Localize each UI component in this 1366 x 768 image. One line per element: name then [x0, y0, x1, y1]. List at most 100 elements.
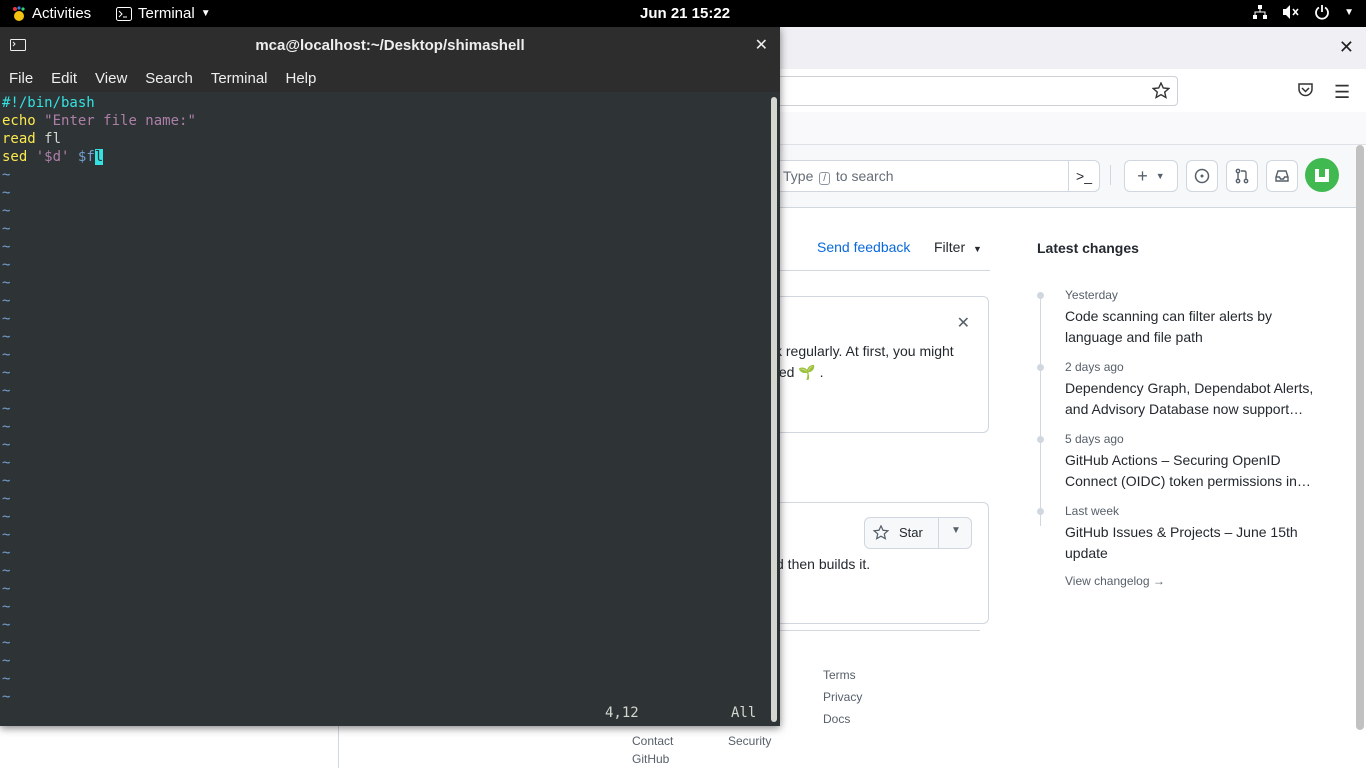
tilde-marker: ~ [2, 347, 11, 363]
footer-contact-link[interactable]: Contact [632, 734, 673, 748]
footer-contact-link-line2[interactable]: GitHub [632, 752, 669, 766]
terminal-titlebar[interactable]: mca@localhost:~/Desktop/shimashell ✕ [0, 27, 780, 65]
tilde-marker: ~ [2, 563, 11, 579]
variable: $f [77, 149, 95, 165]
changelog-date: 2 days ago [1065, 360, 1124, 374]
vim-editor[interactable]: #!/bin/bash echo "Enter file name:" read… [0, 92, 768, 726]
tilde-marker: ~ [2, 527, 11, 543]
pull-requests-button[interactable] [1226, 160, 1258, 192]
tilde-marker: ~ [2, 581, 11, 597]
caret-down-icon[interactable]: ▼ [951, 525, 961, 536]
changelog-date: 5 days ago [1065, 432, 1124, 446]
power-icon[interactable] [1314, 4, 1330, 20]
divider [780, 270, 990, 271]
tilde-marker: ~ [2, 617, 11, 633]
clock[interactable]: Jun 21 15:22 [640, 5, 730, 22]
network-icon[interactable] [1252, 4, 1268, 20]
timeline-dot [1037, 292, 1044, 299]
caret-down-icon: ▼ [1344, 6, 1354, 18]
menu-search[interactable]: Search [136, 64, 202, 92]
close-icon[interactable]: ✕ [755, 35, 768, 55]
menu-view[interactable]: View [86, 64, 136, 92]
tilde-marker: ~ [2, 473, 11, 489]
tilde-marker: ~ [2, 653, 11, 669]
cursor-position: 4,12 [605, 705, 639, 721]
star-button[interactable]: Star ▼ [864, 517, 972, 549]
tilde-marker: ~ [2, 545, 11, 561]
gnome-foot-icon [13, 5, 25, 21]
footer-docs-link[interactable]: Docs [823, 712, 850, 726]
pull-request-icon [1235, 168, 1249, 184]
inbox-icon [1275, 170, 1289, 182]
volume-muted-icon[interactable] [1282, 4, 1300, 20]
terminal-scrollbar[interactable] [771, 97, 777, 722]
top-bar: Activities Terminal ▼ Jun 21 15:22 ▼ [0, 0, 1366, 27]
tilde-marker: ~ [2, 455, 11, 471]
tilde-marker: ~ [2, 401, 11, 417]
changelog-link[interactable]: Code scanning can filter alerts by langu… [1065, 306, 1325, 348]
avatar[interactable] [1305, 158, 1339, 192]
code-line-1: #!/bin/bash [2, 95, 95, 111]
code-line-3: read fl [2, 130, 61, 148]
activities-button[interactable]: Activities [12, 5, 91, 22]
divider [1110, 165, 1111, 185]
search-input[interactable]: Type / to search >_ [760, 160, 1100, 192]
code-line-2: echo "Enter file name:" [2, 112, 196, 130]
footer-privacy-link[interactable]: Privacy [823, 690, 862, 704]
pocket-icon[interactable] [1297, 82, 1314, 98]
menu-edit[interactable]: Edit [42, 64, 86, 92]
keyword: read [2, 131, 36, 147]
string-literal: '$d' [35, 149, 70, 165]
app-menu[interactable]: Terminal ▼ [116, 5, 211, 22]
tilde-marker: ~ [2, 509, 11, 525]
tilde-marker: ~ [2, 437, 11, 453]
text-cursor: l [94, 149, 104, 165]
tilde-marker: ~ [2, 689, 11, 705]
send-feedback-link[interactable]: Send feedback [817, 239, 910, 255]
terminal-window[interactable]: mca@localhost:~/Desktop/shimashell ✕ Fil… [0, 27, 780, 726]
changelog-date: Last week [1065, 504, 1120, 518]
terminal-menubar: File Edit View Search Terminal Help [0, 64, 780, 92]
avatar-identicon [1315, 169, 1329, 182]
filter-button[interactable]: Filter ▼ [934, 239, 982, 255]
tilde-marker: ~ [2, 491, 11, 507]
divider [938, 518, 939, 548]
filter-label: Filter [934, 239, 966, 255]
tilde-marker: ~ [2, 221, 11, 237]
close-icon[interactable]: ✕ [957, 313, 970, 333]
code-line-4: sed '$d' $fl [2, 148, 104, 166]
changelog-date: Yesterday [1065, 288, 1118, 302]
tilde-marker: ~ [2, 311, 11, 327]
variable: fl [44, 131, 62, 147]
create-new-button[interactable]: + ▼ [1124, 160, 1178, 192]
latest-changes: Latest changes Yesterday Code scanning c… [1037, 240, 1337, 588]
menu-help[interactable]: Help [277, 64, 326, 92]
hamburger-menu-icon[interactable]: ☰ [1334, 82, 1350, 103]
star-icon [873, 525, 889, 540]
divider [338, 726, 339, 768]
timeline-dot [1037, 436, 1044, 443]
system-tray[interactable]: ▼ [1252, 4, 1354, 20]
browser-close-icon[interactable]: ✕ [1339, 37, 1354, 58]
timeline-dot [1037, 508, 1044, 515]
caret-down-icon: ▼ [200, 8, 211, 19]
tilde-marker: ~ [2, 671, 11, 687]
bookmark-star-icon[interactable] [1152, 82, 1170, 99]
changelog-link[interactable]: Dependency Graph, Dependabot Alerts, and… [1065, 378, 1325, 420]
tilde-marker: ~ [2, 383, 11, 399]
menu-terminal[interactable]: Terminal [202, 64, 277, 92]
page-scrollbar[interactable] [1356, 145, 1364, 730]
command-palette-icon[interactable]: >_ [1068, 161, 1099, 191]
footer-terms-link[interactable]: Terms [823, 668, 856, 682]
tilde-marker: ~ [2, 419, 11, 435]
changelog-link[interactable]: GitHub Actions – Securing OpenID Connect… [1065, 450, 1325, 492]
footer-security-link[interactable]: Security [728, 734, 771, 748]
view-changelog-link[interactable]: View changelog → [1065, 574, 1165, 588]
url-bar[interactable] [740, 76, 1178, 106]
onboarding-card: ✕ k regularly. At first, you might ted 🌱… [775, 296, 989, 433]
changelog-link[interactable]: GitHub Issues & Projects – June 15th upd… [1065, 522, 1325, 564]
issues-button[interactable] [1186, 160, 1218, 192]
menu-file[interactable]: File [0, 64, 42, 92]
inbox-button[interactable] [1266, 160, 1298, 192]
tilde-marker: ~ [2, 239, 11, 255]
